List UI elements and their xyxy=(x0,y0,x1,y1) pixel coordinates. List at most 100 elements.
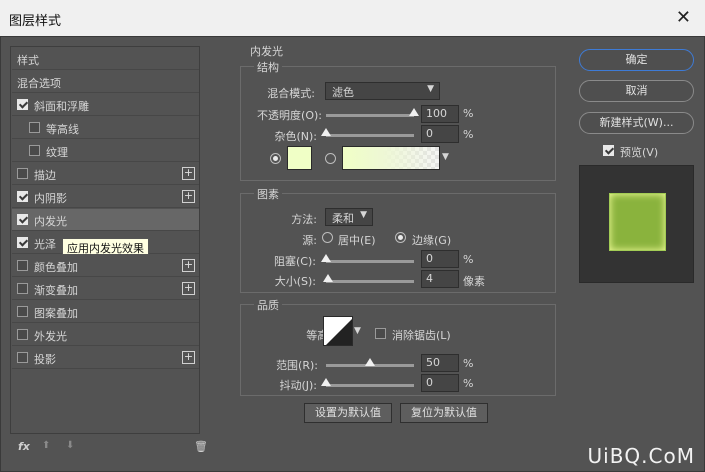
list-item[interactable]: 外发光 xyxy=(12,324,199,346)
list-item[interactable]: 等高线 xyxy=(12,117,199,139)
slider-thumb[interactable] xyxy=(321,128,331,136)
percent-unit: % xyxy=(463,357,474,370)
list-item[interactable]: 混合选项 xyxy=(12,71,199,93)
anti-alias-checkbox[interactable] xyxy=(375,328,386,339)
list-item-checkbox[interactable] xyxy=(17,283,28,294)
add-icon[interactable]: + xyxy=(182,351,195,364)
list-item-checkbox[interactable] xyxy=(17,214,28,225)
preview-checkbox[interactable] xyxy=(603,145,614,156)
chevron-down-icon[interactable]: ▼ xyxy=(354,326,361,336)
list-item-checkbox[interactable] xyxy=(17,191,28,202)
list-item-label: 纹理 xyxy=(46,146,68,159)
list-item[interactable]: 描边 + xyxy=(12,163,199,185)
list-item-label: 描边 xyxy=(34,169,56,182)
list-item[interactable]: 颜色叠加 + xyxy=(12,255,199,277)
list-item[interactable]: 样式 xyxy=(12,48,199,70)
reset-default-button[interactable]: 复位为默认值 xyxy=(400,403,488,423)
opacity-input[interactable]: 100 xyxy=(421,105,459,123)
list-item[interactable]: 渐变叠加 + xyxy=(12,278,199,300)
ok-button[interactable]: 确定 xyxy=(579,49,694,71)
jitter-slider[interactable] xyxy=(321,378,414,387)
list-item-label: 等高线 xyxy=(46,123,79,136)
structure-title: 结构 xyxy=(254,59,282,75)
source-edge-radio[interactable] xyxy=(395,232,406,243)
list-item-label: 颜色叠加 xyxy=(34,261,78,274)
fx-icon[interactable]: fx xyxy=(18,440,30,453)
list-item-checkbox[interactable] xyxy=(17,168,28,179)
size-label: 大小(S): xyxy=(274,275,316,288)
slider-thumb[interactable] xyxy=(365,358,375,366)
list-item-label: 斜面和浮雕 xyxy=(34,100,89,113)
style-preview xyxy=(579,165,694,283)
section-title: 内发光 xyxy=(250,45,283,58)
chevron-down-icon: ▼ xyxy=(427,84,434,94)
slider-thumb[interactable] xyxy=(409,108,419,116)
elements-title: 图素 xyxy=(254,186,282,202)
add-icon[interactable]: + xyxy=(182,167,195,180)
title-bar: 图层样式 ✕ xyxy=(0,0,705,36)
noise-input[interactable]: 0 xyxy=(421,125,459,143)
chevron-down-icon[interactable]: ▼ xyxy=(442,152,449,162)
blend-mode-value: 滤色 xyxy=(332,86,354,99)
slider-thumb[interactable] xyxy=(321,254,331,262)
list-item-checkbox[interactable] xyxy=(29,122,40,133)
range-input[interactable]: 50 xyxy=(421,354,459,372)
technique-select[interactable]: 柔和 ▼ xyxy=(325,208,373,226)
source-center-radio[interactable] xyxy=(322,232,333,243)
add-icon[interactable]: + xyxy=(182,259,195,272)
close-icon[interactable]: ✕ xyxy=(676,7,691,28)
make-default-button[interactable]: 设置为默认值 xyxy=(304,403,392,423)
list-item-label: 投影 xyxy=(34,353,56,366)
list-item-checkbox[interactable] xyxy=(17,237,28,248)
tooltip: 应用内发光效果 xyxy=(62,238,149,255)
glow-color-swatch[interactable] xyxy=(287,146,312,170)
jitter-input[interactable]: 0 xyxy=(421,374,459,392)
choke-input[interactable]: 0 xyxy=(421,250,459,268)
cancel-button[interactable]: 取消 xyxy=(579,80,694,102)
source-edge-label: 边缘(G) xyxy=(412,234,452,247)
noise-slider[interactable] xyxy=(321,128,414,137)
trash-icon[interactable]: 🗑 xyxy=(194,440,208,453)
list-item-checkbox[interactable] xyxy=(29,145,40,156)
list-item-checkbox[interactable] xyxy=(17,99,28,110)
blend-mode-select[interactable]: 滤色 ▼ xyxy=(325,82,440,100)
list-item[interactable]: 内发光 xyxy=(12,209,199,231)
solid-color-radio[interactable] xyxy=(270,153,281,164)
list-item[interactable]: 斜面和浮雕 xyxy=(12,94,199,116)
gradient-swatch[interactable] xyxy=(342,146,440,170)
blend-mode-label: 混合模式: xyxy=(267,87,315,100)
add-icon[interactable]: + xyxy=(182,282,195,295)
percent-unit: % xyxy=(463,377,474,390)
list-item-checkbox[interactable] xyxy=(17,329,28,340)
slider-thumb[interactable] xyxy=(322,274,333,282)
chevron-down-icon: ▼ xyxy=(360,210,367,220)
size-input[interactable]: 4 xyxy=(421,270,459,288)
list-item-label: 外发光 xyxy=(34,330,67,343)
list-item-label: 渐变叠加 xyxy=(34,284,78,297)
size-slider[interactable] xyxy=(322,274,414,283)
list-item[interactable]: 纹理 xyxy=(12,140,199,162)
opacity-slider[interactable] xyxy=(326,108,419,117)
choke-slider[interactable] xyxy=(321,254,414,263)
add-icon[interactable]: + xyxy=(182,190,195,203)
source-label: 源: xyxy=(302,234,317,247)
list-item-checkbox[interactable] xyxy=(17,306,28,317)
gradient-radio[interactable] xyxy=(325,153,336,164)
list-item-checkbox[interactable] xyxy=(17,260,28,271)
list-toolbar: fx ⬆ ⬇ 🗑 xyxy=(10,440,210,462)
percent-unit: % xyxy=(463,107,474,120)
list-item-checkbox[interactable] xyxy=(17,352,28,363)
contour-picker[interactable] xyxy=(323,316,353,346)
noise-label: 杂色(N): xyxy=(274,130,317,143)
list-item[interactable]: 内阴影 + xyxy=(12,186,199,208)
move-up-icon[interactable]: ⬆ xyxy=(42,440,50,451)
list-item[interactable]: 投影 + xyxy=(12,347,199,369)
list-item[interactable]: 图案叠加 xyxy=(12,301,199,323)
watermark: UiBQ.CoM xyxy=(587,444,695,468)
list-item-label: 图案叠加 xyxy=(34,307,78,320)
range-slider[interactable] xyxy=(326,358,414,367)
new-style-button[interactable]: 新建样式(W)... xyxy=(579,112,694,134)
slider-thumb[interactable] xyxy=(321,378,331,386)
move-down-icon[interactable]: ⬇ xyxy=(66,440,74,451)
opacity-label: 不透明度(O): xyxy=(257,109,322,122)
